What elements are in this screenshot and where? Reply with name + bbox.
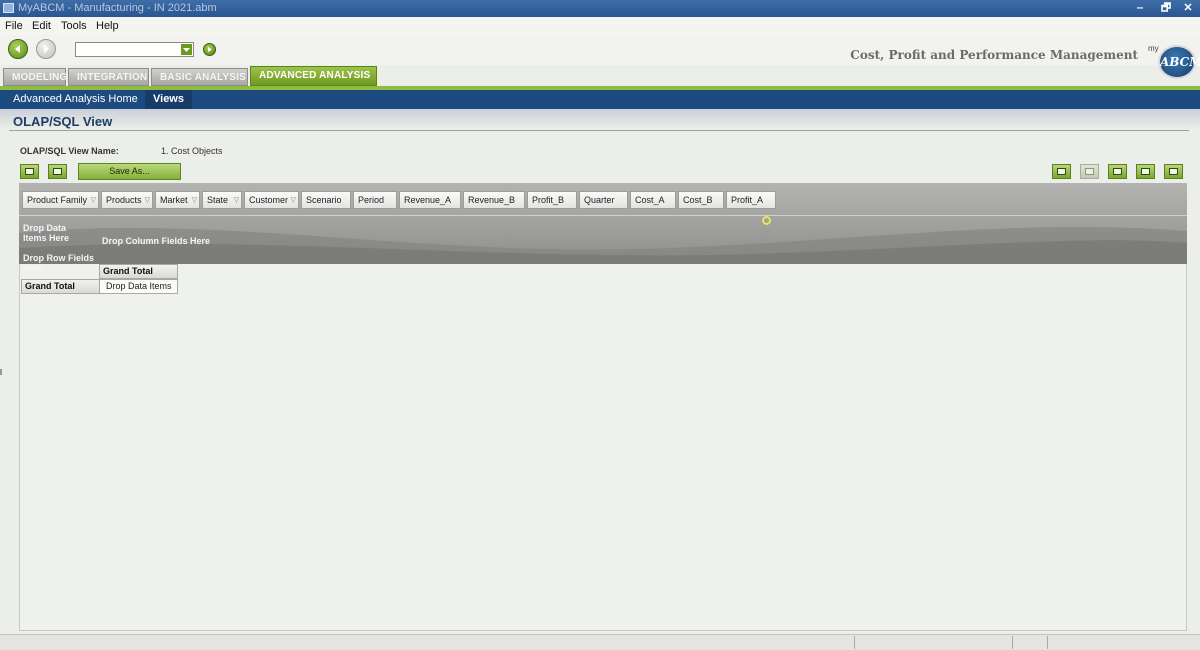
drop-row-fields-line1: Drop Row Fields (23, 253, 95, 263)
tab-basic-analysis[interactable]: BASIC ANALYSIS (151, 68, 248, 86)
field-market[interactable]: Market ▽ (155, 191, 200, 209)
window-title: MyABCM - Manufacturing - IN 2021.abm (18, 2, 217, 14)
page-title: OLAP/SQL View (13, 114, 113, 129)
back-arrow-icon[interactable] (8, 39, 28, 59)
export-icon (1057, 168, 1066, 175)
filter-icon[interactable]: ▽ (192, 193, 197, 209)
link-icon (1085, 168, 1094, 175)
drop-data-items-line2: Items Here (23, 233, 70, 243)
restore-icon[interactable]: 🗗 (1158, 1, 1174, 15)
chart-button[interactable] (1136, 164, 1155, 179)
edit-view-button[interactable] (20, 164, 39, 179)
menu-tools[interactable]: Tools (61, 20, 87, 32)
field-cost-b[interactable]: Cost_B (678, 191, 724, 209)
print-icon (1169, 168, 1178, 175)
export-button[interactable] (1052, 164, 1071, 179)
forward-arrow-icon[interactable] (36, 39, 56, 59)
print-button[interactable] (1164, 164, 1183, 179)
field-profit-b[interactable]: Profit_B (527, 191, 577, 209)
tab-modeling[interactable]: MODELING (3, 68, 67, 86)
subnav-views[interactable]: Views (145, 90, 192, 109)
save-icon (53, 168, 62, 175)
brand-tagline: Cost, Profit and Performance Management (850, 48, 1138, 62)
field-label: State (207, 195, 229, 205)
grand-total-cell: Drop Data Items (99, 279, 178, 294)
navigation-combo[interactable] (75, 42, 194, 57)
status-bar (0, 634, 1200, 650)
field-state[interactable]: State ▽ (202, 191, 242, 209)
menu-file[interactable]: File (5, 20, 23, 32)
field-customer[interactable]: Customer ▽ (244, 191, 299, 209)
title-divider (9, 130, 1189, 131)
app-icon (3, 3, 14, 13)
window-button[interactable] (1108, 164, 1127, 179)
drop-data-items-area[interactable]: Drop Data Items Here (23, 223, 69, 243)
save-as-button[interactable]: Save As... (78, 163, 181, 180)
splitter-handle[interactable] (0, 369, 2, 375)
filter-icon[interactable]: ▽ (91, 193, 96, 209)
tab-advanced-analysis[interactable]: ADVANCED ANALYSIS (250, 66, 377, 86)
cell-text: Drop Data Items (106, 281, 172, 291)
menu-bar: File Edit Tools Help (0, 17, 1200, 35)
close-icon[interactable]: ✕ (1180, 1, 1196, 15)
field-label: Market (160, 195, 188, 205)
menu-edit[interactable]: Edit (32, 20, 51, 32)
minimize-icon[interactable]: ‒ (1132, 1, 1148, 15)
module-tabs: MODELING INTEGRATION BASIC ANALYSIS ADVA… (0, 66, 1200, 86)
window-icon (1113, 168, 1122, 175)
view-name-value: 1. Cost Objects (161, 146, 223, 156)
field-label: Customer (249, 195, 289, 205)
save-button[interactable] (48, 164, 67, 179)
field-profit-a[interactable]: Profit_A (726, 191, 776, 209)
menu-help[interactable]: Help (96, 20, 119, 32)
field-product-family[interactable]: Product Family ▽ (22, 191, 99, 209)
field-cost-a[interactable]: Cost_A (630, 191, 676, 209)
drop-row-fields-line2: Here (23, 263, 44, 273)
row-grand-total: Grand Total (21, 279, 100, 294)
drop-data-items-line1: Drop Data (23, 223, 67, 233)
logo-prefix: my (1148, 44, 1159, 53)
mouse-cursor (762, 216, 771, 225)
edit-icon (25, 168, 34, 175)
field-quarter[interactable]: Quarter (579, 191, 628, 209)
subnav-advanced-analysis-home[interactable]: Advanced Analysis Home (13, 90, 138, 109)
field-period[interactable]: Period (353, 191, 397, 209)
field-label: Products (106, 195, 142, 205)
link-button[interactable] (1080, 164, 1099, 179)
go-icon[interactable] (203, 43, 216, 56)
field-revenue-b[interactable]: Revenue_B (463, 191, 525, 209)
filter-icon[interactable]: ▽ (145, 193, 150, 209)
drop-row-fields-area[interactable]: Drop Row Fields Here (23, 253, 94, 273)
subnav-shadow (0, 109, 1200, 129)
field-scenario[interactable]: Scenario (301, 191, 351, 209)
column-grand-total: Grand Total (99, 264, 178, 279)
field-revenue-a[interactable]: Revenue_A (399, 191, 461, 209)
drop-column-fields-area[interactable]: Drop Column Fields Here (102, 236, 210, 246)
filter-icon[interactable]: ▽ (234, 193, 239, 209)
view-name-label: OLAP/SQL View Name: (20, 146, 119, 156)
field-products[interactable]: Products ▽ (101, 191, 153, 209)
field-label: Product Family (27, 195, 88, 205)
filter-icon[interactable]: ▽ (291, 193, 296, 209)
sub-navigation: Advanced Analysis Home Views (0, 90, 1200, 109)
title-bar: MyABCM - Manufacturing - IN 2021.abm ‒ 🗗… (0, 0, 1200, 17)
chevron-down-icon[interactable] (181, 44, 192, 55)
tab-integration[interactable]: INTEGRATION (68, 68, 149, 86)
chart-icon (1141, 168, 1150, 175)
